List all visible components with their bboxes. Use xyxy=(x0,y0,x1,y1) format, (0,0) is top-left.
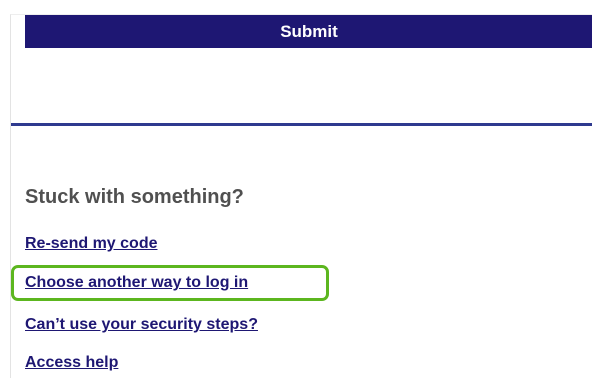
access-help-link[interactable]: Access help xyxy=(25,354,118,372)
section-divider xyxy=(11,123,592,126)
cant-use-security-steps-link[interactable]: Can’t use your security steps? xyxy=(25,316,258,334)
login-panel: Submit Stuck with something? Re-send my … xyxy=(10,14,592,378)
resend-code-link[interactable]: Re-send my code xyxy=(25,235,157,253)
help-heading: Stuck with something? xyxy=(25,186,244,208)
choose-another-way-link[interactable]: Choose another way to log in xyxy=(25,274,248,292)
submit-button[interactable]: Submit xyxy=(25,15,592,48)
